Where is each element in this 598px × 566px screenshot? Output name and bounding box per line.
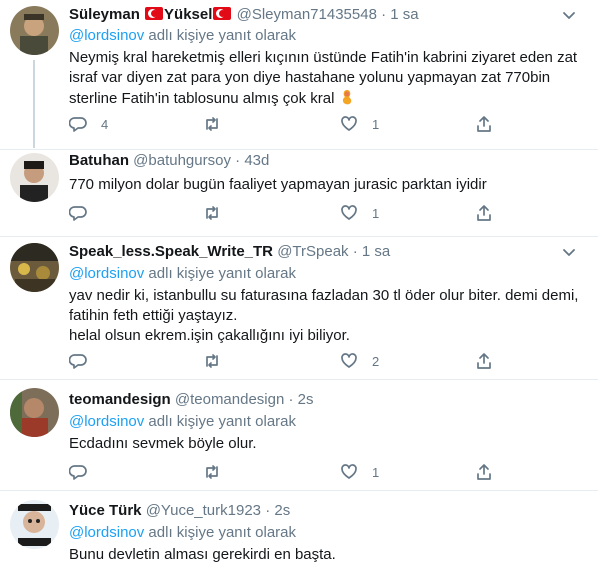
share-icon (477, 116, 491, 132)
tweet-header: Yüce Türk @Yuce_turk1923 · 2s (69, 501, 290, 521)
mention-link[interactable]: @lordsinov (69, 27, 144, 44)
retweet-button[interactable] (203, 203, 235, 223)
tweet[interactable]: Batuhan @batuhgursoy · 43d 770 milyon do… (0, 150, 598, 237)
retweet-button[interactable] (203, 351, 235, 371)
like-button[interactable]: 1 (340, 203, 379, 223)
tweet-text: Ecdadını sevmek böyle olur. (69, 435, 257, 452)
reply-button[interactable] (69, 462, 101, 482)
user-handle[interactable]: @teomandesign (175, 391, 284, 408)
reply-context: @lordsinov adlı kişiye yanıt olarak (69, 27, 297, 44)
reply-context: @lordsinov adlı kişiye yanıt olarak (69, 413, 297, 430)
like-count: 1 (372, 116, 380, 132)
share-button[interactable] (475, 462, 493, 482)
retweet-icon (206, 206, 218, 220)
heart-icon (341, 116, 357, 131)
user-handle[interactable]: @TrSpeak (277, 243, 348, 260)
avatar[interactable] (10, 388, 59, 437)
avatar[interactable] (10, 243, 59, 292)
tweet[interactable]: Speak_less.Speak_Write_TR @TrSpeak · 1 s… (0, 237, 598, 379)
reply-context: @lordsinov adlı kişiye yanıt olarak (69, 524, 297, 541)
reply-icon (69, 354, 87, 369)
like-count: 1 (372, 205, 380, 221)
reply-count: 4 (101, 116, 109, 132)
like-button[interactable]: 1 (340, 114, 379, 134)
avatar[interactable] (10, 500, 59, 549)
tweet-text: Bunu devletin alması gerekirdi en başta. (69, 546, 336, 563)
display-name[interactable]: teomandesign (69, 391, 171, 408)
mention-link[interactable]: @lordsinov (69, 265, 144, 282)
display-name[interactable]: Batuhan (69, 152, 129, 169)
tweet-text: Neymiş kral hareketmiş elleri kıçının üs… (69, 49, 578, 107)
share-icon (477, 205, 491, 221)
separator-dot: · (265, 502, 271, 519)
avatar[interactable] (10, 153, 59, 202)
display-name[interactable]: Speak_less.Speak_Write_TR (69, 243, 273, 260)
separator-dot: · (235, 152, 241, 169)
user-handle[interactable]: @Sleyman71435548 (237, 6, 377, 23)
heart-icon (341, 353, 357, 368)
separator-dot: · (352, 243, 358, 260)
tweet-actions: 2 (69, 351, 509, 371)
tweet-header: Batuhan @batuhgursoy · 43d (69, 151, 269, 171)
chevron-down-icon[interactable] (562, 8, 576, 22)
reply-icon (69, 465, 87, 480)
tweet-header: teomandesign @teomandesign · 2s (69, 390, 314, 410)
display-name[interactable]: Yüce Türk (69, 502, 142, 519)
chevron-down-icon[interactable] (562, 245, 576, 259)
turkey-flag-icon (145, 7, 164, 20)
genie-emoji-icon (339, 88, 355, 106)
display-name[interactable]: Süleyman Yüksel (69, 6, 232, 23)
user-handle[interactable]: @Yuce_turk1923 (146, 502, 261, 519)
heart-icon (341, 464, 357, 479)
reply-button[interactable] (69, 351, 101, 371)
reply-icon (69, 117, 87, 132)
timestamp[interactable]: 43d (244, 152, 269, 169)
retweet-icon (206, 354, 218, 368)
tweet[interactable]: Süleyman Yüksel @Sleyman71435548 · 1 sa … (0, 0, 598, 150)
mention-link[interactable]: @lordsinov (69, 413, 144, 430)
share-icon (477, 353, 491, 369)
timestamp[interactable]: 2s (274, 502, 290, 519)
reply-button[interactable] (69, 203, 101, 223)
like-count: 1 (372, 464, 380, 480)
like-button[interactable]: 1 (340, 462, 379, 482)
share-button[interactable] (475, 351, 493, 371)
share-button[interactable] (475, 203, 493, 223)
reply-context: @lordsinov adlı kişiye yanıt olarak (69, 265, 297, 282)
retweet-button[interactable] (203, 462, 235, 482)
share-button[interactable] (475, 114, 493, 134)
separator-dot: · (381, 6, 387, 23)
tweet-actions: 1 (69, 462, 509, 482)
tweet-actions: 1 (69, 203, 509, 223)
user-handle[interactable]: @batuhgursoy (133, 152, 231, 169)
retweet-button[interactable] (203, 114, 235, 134)
heart-icon (341, 205, 357, 220)
retweet-icon (206, 117, 218, 131)
retweet-icon (206, 465, 218, 479)
tweet-text: 770 milyon dolar bugün faaliyet yapmayan… (69, 176, 487, 193)
tweet[interactable]: Yüce Türk @Yuce_turk1923 · 2s @lordsinov… (0, 491, 598, 566)
separator-dot: · (288, 391, 294, 408)
reply-button[interactable]: 4 (69, 114, 108, 134)
like-button[interactable]: 2 (340, 351, 379, 371)
mention-link[interactable]: @lordsinov (69, 524, 144, 541)
tweet-actions: 4 1 (69, 114, 509, 134)
turkey-flag-icon (213, 7, 232, 20)
tweet-text: yav nedir ki, istanbullu su faturasına f… (69, 287, 579, 344)
tweet-header: Süleyman Yüksel @Sleyman71435548 · 1 sa (69, 5, 419, 25)
tweet[interactable]: teomandesign @teomandesign · 2s @lordsin… (0, 380, 598, 490)
like-count: 2 (372, 353, 380, 369)
tweet-header: Speak_less.Speak_Write_TR @TrSpeak · 1 s… (69, 242, 390, 262)
timestamp[interactable]: 1 sa (390, 6, 418, 23)
thread-line (33, 60, 35, 148)
timestamp[interactable]: 2s (298, 391, 314, 408)
share-icon (477, 464, 491, 480)
avatar[interactable] (10, 6, 59, 55)
reply-icon (69, 206, 87, 221)
timestamp[interactable]: 1 sa (362, 243, 390, 260)
